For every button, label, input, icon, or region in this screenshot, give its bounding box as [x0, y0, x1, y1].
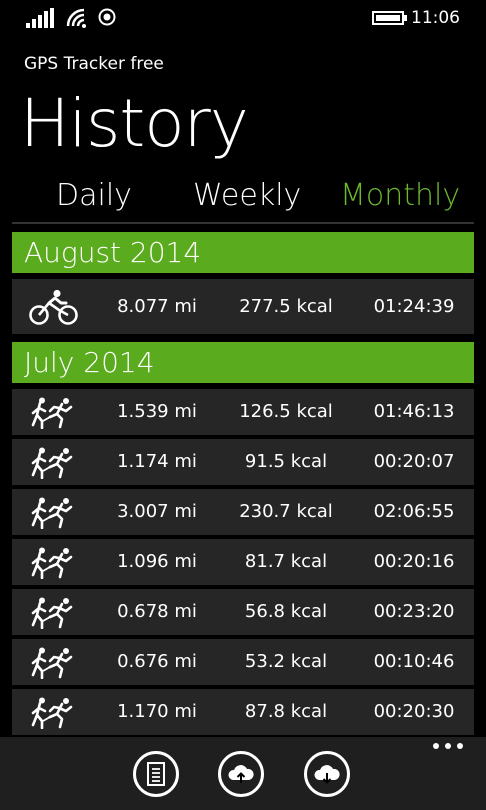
duration: 02:06:55 [373, 501, 455, 522]
duration: 00:10:46 [373, 651, 455, 672]
distance: 1.170 mi [117, 701, 197, 722]
more-dots-icon[interactable] [432, 741, 464, 751]
status-time: 11:06 [411, 8, 460, 28]
list-button[interactable] [133, 751, 179, 797]
document-icon [147, 762, 165, 786]
duration: 00:20:16 [373, 551, 455, 572]
app-title: GPS Tracker free [24, 54, 164, 74]
calories: 56.8 kcal [244, 601, 328, 622]
list-item[interactable]: 1.539 mi 126.5 kcal 01:46:13 [12, 389, 474, 435]
running-icon [31, 597, 73, 629]
list-item[interactable]: 0.676 mi 53.2 kcal 00:10:46 [12, 639, 474, 685]
cloud-download-icon [314, 765, 340, 784]
calories: 126.5 kcal [239, 401, 333, 422]
distance: 8.077 mi [117, 296, 197, 317]
distance: 3.007 mi [117, 501, 197, 522]
cloud-upload-icon [228, 765, 254, 783]
list-item[interactable]: 1.174 mi 91.5 kcal 00:20:07 [12, 439, 474, 485]
list-item[interactable]: 3.007 mi 230.7 kcal 02:06:55 [12, 489, 474, 535]
distance: 1.539 mi [117, 401, 197, 422]
month-header-label: July 2014 [24, 346, 155, 379]
running-icon [31, 447, 73, 479]
list-item[interactable]: 0.678 mi 56.8 kcal 00:23:20 [12, 589, 474, 635]
month-header-july-2014: July 2014 [12, 342, 474, 383]
calories: 230.7 kcal [239, 501, 333, 522]
month-header-august-2014: August 2014 [12, 232, 474, 273]
running-icon [31, 647, 73, 679]
duration: 00:20:30 [373, 701, 455, 722]
duration: 01:46:13 [373, 401, 455, 422]
cloud-upload-button[interactable] [218, 751, 264, 797]
tab-monthly[interactable]: Monthly [340, 178, 460, 213]
history-list[interactable]: August 2014 8.077 mi 277.5 kcal 01:24:39… [12, 232, 474, 737]
calories: 91.5 kcal [244, 451, 328, 472]
duration: 00:20:07 [373, 451, 455, 472]
running-icon [31, 697, 73, 729]
running-icon [31, 397, 73, 429]
duration: 01:24:39 [373, 296, 455, 317]
pivot-tabs: Daily Weekly Monthly [0, 178, 486, 220]
running-icon [31, 547, 73, 579]
month-header-label: August 2014 [24, 236, 202, 269]
distance: 1.096 mi [117, 551, 197, 572]
list-item[interactable]: 1.096 mi 81.7 kcal 00:20:16 [12, 539, 474, 585]
cycling-icon [29, 289, 78, 325]
cloud-download-button[interactable] [304, 751, 350, 797]
distance: 0.678 mi [117, 601, 197, 622]
duration: 00:23:20 [373, 601, 455, 622]
list-item[interactable]: 8.077 mi 277.5 kcal 01:24:39 [12, 279, 474, 334]
status-bar: 11:06 [0, 0, 486, 36]
calories: 277.5 kcal [239, 296, 333, 317]
calories: 87.8 kcal [244, 701, 328, 722]
app-bar [0, 737, 486, 810]
tab-daily[interactable]: Daily [56, 178, 132, 213]
tab-divider [12, 222, 474, 224]
list-item[interactable]: 1.170 mi 87.8 kcal 00:20:30 [12, 689, 474, 735]
location-icon [98, 8, 116, 26]
calories: 81.7 kcal [244, 551, 328, 572]
page-title: History [20, 85, 249, 162]
distance: 1.174 mi [117, 451, 197, 472]
distance: 0.676 mi [117, 651, 197, 672]
tab-weekly[interactable]: Weekly [193, 178, 301, 213]
running-icon [31, 497, 73, 529]
wifi-icon [66, 8, 86, 28]
battery-icon [372, 11, 407, 25]
calories: 53.2 kcal [244, 651, 328, 672]
signal-strength-icon [26, 8, 54, 28]
